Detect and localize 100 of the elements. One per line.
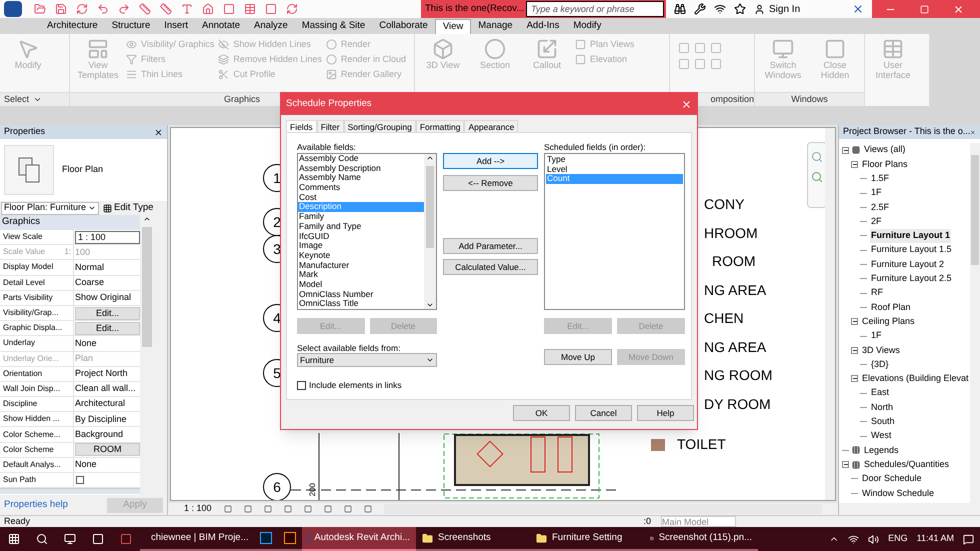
ribbon-tab[interactable]: Structure bbox=[104, 19, 158, 34]
help-link[interactable]: Properties help bbox=[4, 498, 68, 512]
tree-item[interactable]: 1F bbox=[870, 186, 883, 200]
model-dropdown[interactable]: Main Model bbox=[661, 516, 736, 527]
search-field[interactable]: Type a keyword or phrase bbox=[526, 1, 664, 17]
room-label: NG AREA bbox=[704, 281, 766, 300]
field-item[interactable]: Family and Type bbox=[298, 222, 424, 232]
ribbon-tab[interactable]: View bbox=[434, 19, 472, 34]
add-button[interactable]: Add --> bbox=[443, 153, 538, 169]
calculated-value-button[interactable]: Calculated Value... bbox=[443, 259, 538, 275]
field-item[interactable]: OmniClass Title bbox=[298, 299, 424, 309]
field-item[interactable]: Assembly Description bbox=[298, 164, 424, 174]
dialog-tab[interactable]: Filter bbox=[316, 120, 344, 132]
tree-item[interactable]: 2.5F bbox=[870, 200, 890, 214]
dialog-button[interactable]: OK bbox=[513, 405, 570, 421]
tree-item[interactable]: Schedules/Quantities bbox=[863, 458, 950, 472]
field-item[interactable]: Type bbox=[546, 155, 683, 165]
property-value-button[interactable]: Edit... bbox=[75, 322, 140, 335]
clock[interactable]: 11:41 AM bbox=[916, 532, 954, 546]
dialog-tab[interactable]: Formatting bbox=[416, 120, 464, 132]
tree-item[interactable]: Furniture Layout 2 bbox=[870, 258, 946, 272]
property-value-button[interactable]: Edit... bbox=[75, 306, 140, 320]
scheduled-fields-list[interactable]: Type Level Count bbox=[544, 153, 685, 310]
field-item[interactable]: Model bbox=[298, 280, 424, 290]
ribbon-tab[interactable]: Collaborate bbox=[372, 19, 435, 34]
dialog-button[interactable]: Help bbox=[637, 405, 694, 421]
tree-item[interactable]: Furniture Layout 1.5 bbox=[870, 243, 953, 257]
ribbon-tab[interactable]: Modify bbox=[566, 19, 608, 34]
ribbon-tab[interactable]: Annotate bbox=[195, 19, 248, 34]
tree-item[interactable]: Window Schedule bbox=[861, 486, 936, 500]
field-item[interactable]: Mark bbox=[298, 270, 424, 280]
tree-item[interactable]: {3D} bbox=[870, 358, 890, 372]
taskbar-button[interactable]: chiewnee | BIM Proje... bbox=[140, 527, 254, 551]
ribbon-tab[interactable]: Manage bbox=[471, 19, 520, 34]
selection-count: :0 bbox=[643, 514, 651, 528]
field-item[interactable]: Keynote bbox=[298, 250, 424, 261]
field-item[interactable]: Assembly Code bbox=[298, 154, 424, 164]
tree-item[interactable]: Furniture Layout 2.5 bbox=[870, 272, 953, 286]
move-up-button[interactable]: Move Up bbox=[544, 349, 612, 365]
taskbar-button[interactable]: Screenshot (115).pn... bbox=[644, 527, 758, 551]
property-value: Show Original bbox=[75, 291, 132, 304]
tree-item[interactable]: RF bbox=[870, 286, 884, 300]
taskbar-button[interactable]: Autodesk Revit Archi... bbox=[302, 527, 416, 551]
field-item[interactable]: Family bbox=[298, 212, 424, 222]
field-item[interactable]: Assembly Name bbox=[298, 173, 424, 184]
tree-item[interactable]: East bbox=[870, 386, 890, 400]
property-value-field[interactable]: 1 : 100 bbox=[75, 230, 140, 244]
type-selector[interactable]: Floor Plan: Furniture bbox=[1, 202, 99, 214]
property-value: None bbox=[75, 458, 97, 472]
section-header[interactable]: Graphics bbox=[0, 215, 140, 230]
tree-item[interactable]: Views (all) bbox=[863, 143, 906, 157]
property-value: Background bbox=[75, 428, 124, 441]
field-label: Select available fields from: bbox=[297, 342, 402, 353]
field-item[interactable]: Level bbox=[546, 164, 683, 174]
sign-in-button[interactable]: Sign In bbox=[754, 2, 844, 16]
dialog-tab[interactable]: Sorting/Grouping bbox=[344, 120, 416, 132]
tree-item[interactable]: Floor Plans bbox=[861, 158, 909, 172]
tree-item[interactable]: North bbox=[870, 400, 894, 414]
property-value: Coarse bbox=[75, 276, 104, 289]
tree-item[interactable]: 1F bbox=[870, 329, 883, 343]
ribbon-tab[interactable]: Massing & Site bbox=[294, 19, 372, 34]
dialog-button[interactable]: Cancel bbox=[575, 405, 632, 421]
field-item[interactable]: Manufacturer bbox=[298, 260, 424, 270]
field-item[interactable]: Cost bbox=[298, 192, 424, 202]
ribbon-tab[interactable]: Add-Ins bbox=[520, 19, 566, 34]
tree-item[interactable]: Legends bbox=[863, 444, 900, 458]
add-parameter-button[interactable]: Add Parameter... bbox=[443, 238, 538, 254]
dimension-text: 200 bbox=[307, 483, 318, 496]
available-fields-list[interactable]: Assembly Code Assembly Description Assembly Name Comments Cost Description Family Family and Type IfcGUID Image Keynote Manufacturer Mark Model OmniClass Number OmniClass Title bbox=[297, 153, 437, 310]
category-dropdown[interactable]: Furniture bbox=[297, 353, 437, 367]
edit-type-button[interactable]: Edit Type bbox=[103, 200, 154, 216]
language-indicator[interactable]: ENG bbox=[888, 532, 908, 546]
remove-button[interactable]: <-- Remove bbox=[443, 175, 538, 191]
tree-item[interactable]: Roof Plan bbox=[870, 300, 912, 314]
property-value-button[interactable]: ROOM bbox=[75, 443, 140, 456]
panel-title: Properties bbox=[4, 125, 46, 138]
dialog-tab[interactable]: Appearance bbox=[464, 120, 518, 132]
ribbon-tab[interactable]: Analyze bbox=[247, 19, 295, 34]
panel-label[interactable]: Select bbox=[4, 92, 30, 106]
tree-item[interactable]: Elevations (Building Elevat bbox=[861, 372, 970, 386]
tree-item[interactable]: 2F bbox=[870, 214, 883, 228]
ribbon-tab[interactable]: Insert bbox=[157, 19, 195, 34]
taskbar-button[interactable]: Furniture Setting bbox=[530, 527, 644, 551]
field-item[interactable]: Comments bbox=[298, 183, 424, 193]
field-item[interactable]: Image bbox=[298, 241, 424, 251]
taskbar-button[interactable]: Screenshots bbox=[416, 527, 530, 551]
property-name: Orientation bbox=[0, 366, 74, 381]
scale-text[interactable]: 1 : 100 bbox=[184, 502, 212, 515]
field-item[interactable]: OmniClass Number bbox=[298, 290, 424, 300]
ribbon-tab[interactable]: Architecture bbox=[40, 19, 105, 34]
tree-item[interactable]: 1.5F bbox=[870, 172, 890, 186]
tree-item[interactable]: South bbox=[870, 415, 896, 429]
dialog-tab[interactable]: Fields bbox=[286, 120, 317, 133]
tree-item[interactable]: Door Schedule bbox=[861, 472, 923, 486]
tree-item[interactable]: Furniture Layout 1 bbox=[870, 229, 952, 243]
tree-item[interactable]: Ceiling Plans bbox=[861, 314, 916, 328]
tree-item[interactable]: West bbox=[870, 429, 892, 443]
property-name: Discipline bbox=[0, 397, 74, 412]
field-item[interactable]: IfcGUID bbox=[298, 232, 424, 242]
tree-item[interactable]: 3D Views bbox=[861, 344, 901, 358]
